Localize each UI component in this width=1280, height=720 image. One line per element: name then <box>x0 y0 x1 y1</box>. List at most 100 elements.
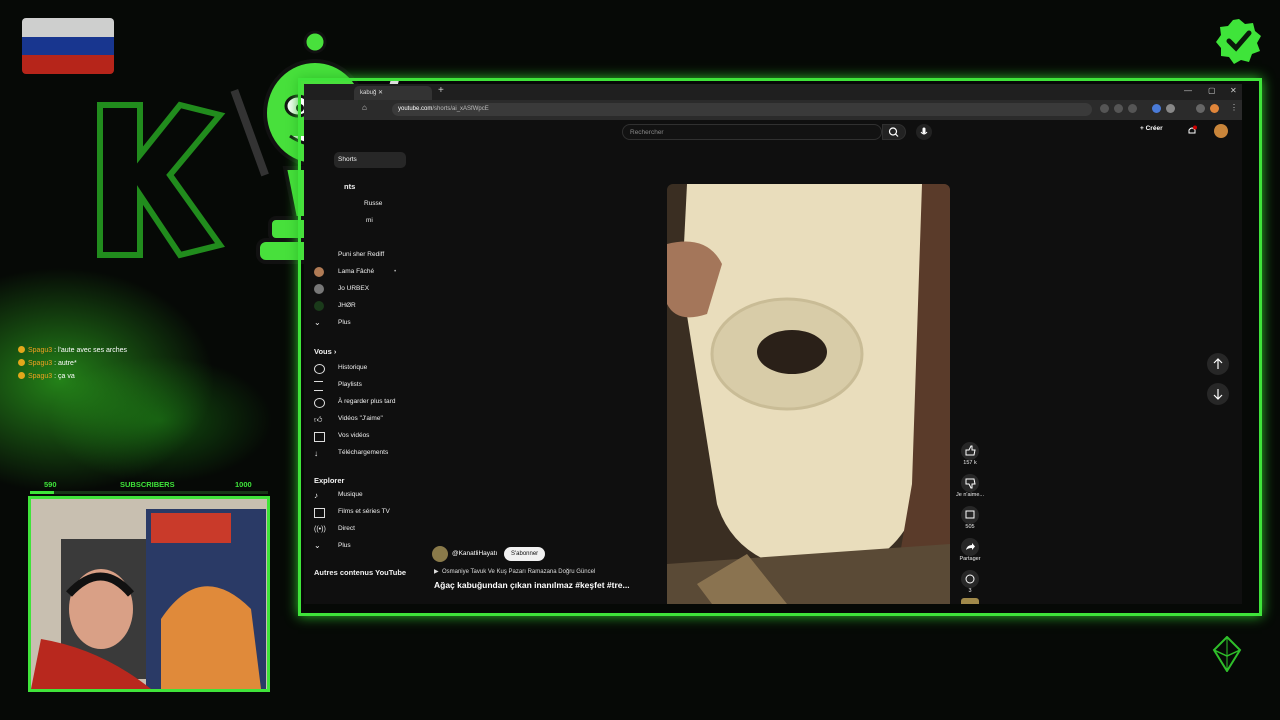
maximize-icon[interactable]: ▢ <box>1208 86 1216 95</box>
next-short-button[interactable] <box>1207 383 1229 405</box>
sidebar-item-more-subscriptions[interactable]: ⌄ Plus <box>310 315 410 331</box>
sidebar-item-label: Shorts <box>338 156 357 163</box>
subs-progress-track <box>30 491 268 494</box>
youtube-page: Rechercher + Créer Shorts nts Russe mi P… <box>304 120 1242 604</box>
sidebar-item-subscription[interactable]: JHØR <box>310 298 410 314</box>
short-title[interactable]: Ağaç kabuğundan çıkan inanılmaz #keşfet … <box>434 580 630 590</box>
sidebar-item-liked-videos[interactable]: 👍︎ Vidéos "J'aime" <box>310 411 410 427</box>
dislike-label: Je n'aime... <box>956 492 984 498</box>
sidebar-item-shorts[interactable]: Shorts <box>334 152 406 168</box>
short-channel-row: @KanatliHayatı S'abonner <box>432 546 552 562</box>
sidebar-item-label: À regarder plus tard <box>338 398 396 405</box>
sidebar-item-label: Vos vidéos <box>338 432 370 439</box>
short-video-player[interactable] <box>667 184 950 604</box>
extension-icon[interactable] <box>1166 104 1175 113</box>
profile-icon[interactable] <box>1210 104 1219 113</box>
other-youtube-heading: Autres contenus YouTube <box>314 568 407 577</box>
chevron-down-icon: ⌄ <box>314 541 321 550</box>
tab-bar: kabuğ ✕ + — ▢ ✕ <box>304 84 1242 100</box>
k-logo <box>97 101 226 259</box>
stream-chat: Spagu3 : l'aute avec ses arches Spagu3 :… <box>18 344 127 383</box>
tab-youtube-short[interactable]: kabuğ ✕ <box>354 86 432 100</box>
music-note-icon: ♪ <box>314 491 318 500</box>
address-bar-row: ⌂ youtube.com/shorts/ai_xASfWpcE ⋮ <box>304 100 1242 120</box>
star-icon[interactable] <box>1128 104 1137 113</box>
play-icon: ▶ <box>434 569 439 575</box>
short-music-line[interactable]: ▶ Osmaniye Tavuk Ve Kuş Pazarı Ramazana … <box>434 568 595 575</box>
history-icon <box>314 364 325 374</box>
comments-button[interactable] <box>961 506 979 524</box>
coin-icon <box>18 359 25 366</box>
dislike-button[interactable] <box>961 474 979 492</box>
menu-kebab-icon[interactable]: ⋮ <box>1230 103 1238 112</box>
voice-search-button[interactable] <box>916 124 932 140</box>
sidebar-item-subscription[interactable]: Russe <box>310 196 410 212</box>
channel-name[interactable]: @KanatliHayatı <box>452 550 497 557</box>
sidebar-item-label: Russe <box>364 200 383 207</box>
thumbs-up-icon <box>965 445 976 456</box>
sidebar-item-watch-later[interactable]: À regarder plus tard <box>310 394 410 410</box>
eye-off-icon[interactable] <box>1114 104 1123 113</box>
account-avatar[interactable] <box>1214 124 1228 138</box>
sidebar-item-label: Lama Fâché <box>338 268 375 275</box>
sidebar-item-music[interactable]: ♪ Musique <box>310 487 410 503</box>
you-heading[interactable]: Vous › <box>314 347 336 356</box>
media-icon[interactable] <box>1196 104 1205 113</box>
chat-username: Spagu3 <box>28 373 53 380</box>
sidebar-item-your-videos[interactable]: Vos vidéos <box>310 428 410 444</box>
sidebar-item-downloads[interactable]: ↓ Téléchargements <box>310 445 410 461</box>
previous-short-button[interactable] <box>1207 353 1229 375</box>
explore-heading: Explorer <box>314 476 345 485</box>
url-field[interactable]: youtube.com/shorts/ai_xASfWpcE <box>392 103 1092 116</box>
you-heading-label: Vous <box>314 347 332 356</box>
chat-message: Spagu3 : l'aute avec ses arches <box>18 344 127 357</box>
sound-thumbnail[interactable] <box>961 598 979 604</box>
home-icon[interactable]: ⌂ <box>362 103 367 112</box>
sidebar-item-live[interactable]: ((•)) Direct <box>310 521 410 537</box>
chat-username: Spagu3 <box>28 347 53 354</box>
new-tab-button[interactable]: + <box>438 85 444 96</box>
sidebar-item-label: Films et séries TV <box>338 508 390 515</box>
sidebar-item-subscription[interactable]: Jo URBEX <box>310 281 410 297</box>
sidebar-item-label: Playlists <box>338 381 362 388</box>
youtube-sidebar: Shorts nts Russe mi Puni sher Rediff Lam… <box>304 144 414 604</box>
like-button[interactable] <box>961 442 979 460</box>
install-icon[interactable] <box>1100 104 1109 113</box>
sidebar-item-subscription[interactable]: Puni sher Rediff <box>310 247 410 263</box>
notifications-bell-icon[interactable] <box>1186 125 1198 137</box>
sidebar-item-more-explore[interactable]: ⌄ Plus <box>310 538 410 554</box>
channel-avatar[interactable] <box>432 546 448 562</box>
arrow-down-icon <box>1213 389 1223 400</box>
subscribe-button[interactable]: S'abonner <box>504 547 546 561</box>
gem-icon <box>1212 636 1242 672</box>
chat-username: Spagu3 <box>28 360 53 367</box>
search-input[interactable]: Rechercher <box>622 124 882 140</box>
webcam-feed <box>28 496 270 692</box>
chat-text: ça va <box>57 373 75 380</box>
sidebar-item-movies[interactable]: Films et séries TV <box>310 504 410 520</box>
share-icon <box>966 543 975 550</box>
webcam-image <box>31 499 267 689</box>
sidebar-item-history[interactable]: Historique <box>310 360 410 376</box>
sidebar-item-subscription[interactable]: Lama Fâché • <box>310 264 410 280</box>
close-icon[interactable]: ✕ <box>1230 86 1237 95</box>
minimize-icon[interactable]: — <box>1184 86 1192 95</box>
share-button[interactable] <box>961 538 979 556</box>
channel-avatar <box>314 301 324 311</box>
arrow-up-icon <box>1213 358 1223 369</box>
short-actions-column: 157 k Je n'aime... 505 Partager 3 <box>956 442 984 604</box>
thumbs-down-icon <box>965 478 976 489</box>
subs-progress-fill <box>30 491 54 494</box>
create-button[interactable]: + Créer <box>1140 125 1163 132</box>
film-icon <box>314 508 325 518</box>
comment-count: 505 <box>965 524 975 530</box>
extension-blue-icon[interactable] <box>1152 104 1161 113</box>
sidebar-item-label: Puni sher Rediff <box>338 251 385 258</box>
sidebar-item-subscription[interactable]: mi <box>310 213 410 229</box>
remix-button[interactable] <box>961 570 979 588</box>
search-button[interactable] <box>882 124 906 140</box>
video-icon <box>314 432 325 442</box>
sidebar-item-playlists[interactable]: Playlists <box>310 377 410 393</box>
remix-count: 3 <box>968 588 972 594</box>
channel-avatar <box>314 284 324 294</box>
